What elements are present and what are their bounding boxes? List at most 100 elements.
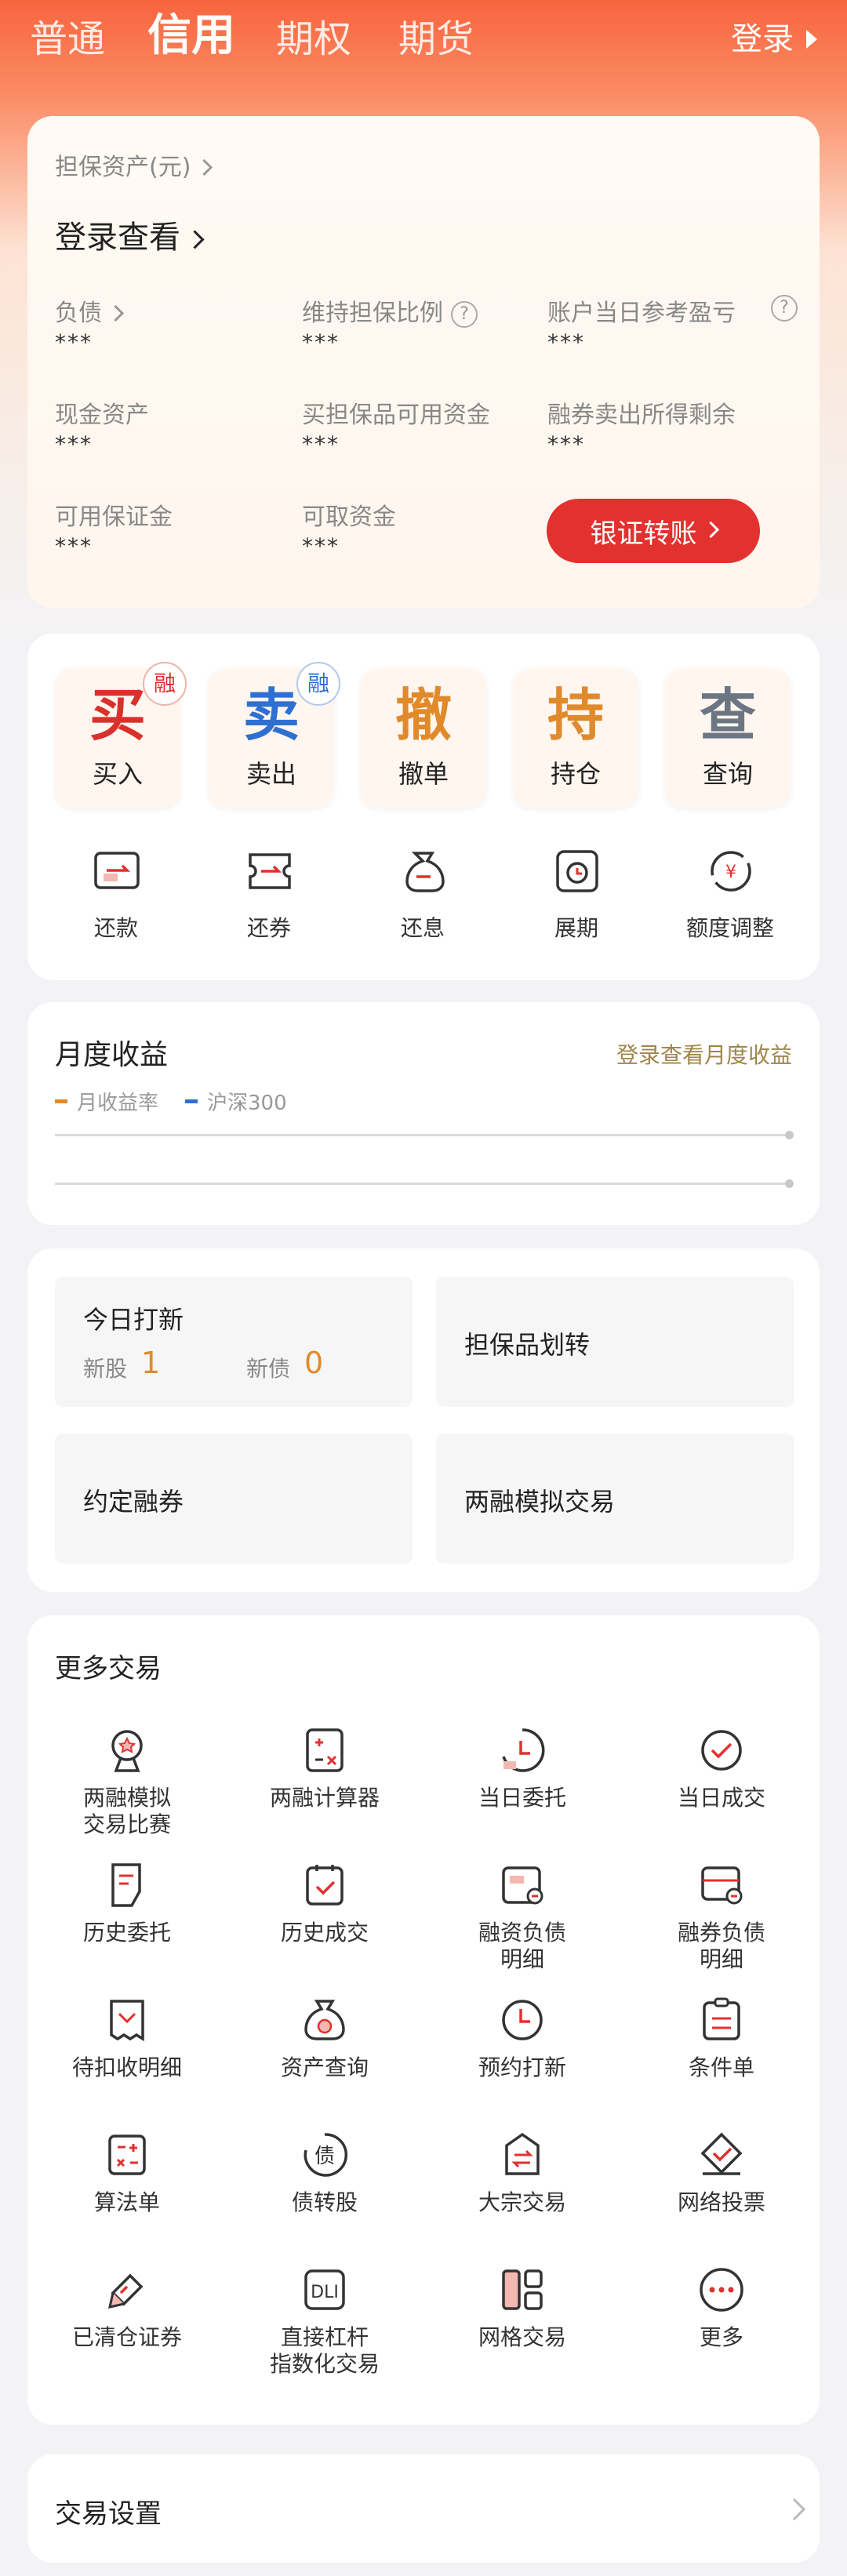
trade-settings-label: 交易设置 [55, 2498, 162, 2530]
repay-label: 还款 [93, 915, 138, 941]
more-trade-item-label: 预约打新 [478, 2055, 566, 2080]
login-label: 登录 [731, 21, 794, 57]
ipo-tile[interactable]: 今日打新 新股 1 新债 0 [55, 1277, 413, 1407]
help-icon[interactable]: ? [771, 295, 798, 322]
more-trade-item-label: 大宗交易 [478, 2189, 566, 2215]
agreed-lending-label: 约定融券 [83, 1487, 184, 1517]
login-view-link[interactable]: 登录查看 [55, 212, 205, 257]
more-trade-item-label: 已清仓证券 [71, 2324, 182, 2350]
cancel-char: 撤 [394, 682, 452, 748]
history-order-icon [111, 1863, 141, 1907]
collateral-buy-funds-label: 买担保品可用资金 [302, 401, 490, 429]
tab-futures[interactable]: 期货 [398, 11, 474, 67]
chevron-right-icon [196, 158, 213, 176]
calculator-icon [306, 1728, 344, 1772]
cancel-label: 撤单 [398, 759, 449, 789]
positions-button[interactable]: 持 持仓 [513, 668, 638, 808]
agreed-lending-tile[interactable]: 约定融券 [55, 1433, 413, 1564]
tab-credit[interactable]: 信用 [147, 8, 235, 64]
chart-dot [785, 1131, 794, 1139]
asset-query-icon [304, 2000, 345, 2040]
more-trade-item-label: 历史委托 [82, 1920, 171, 1946]
legend: 月收益率 沪深300 [55, 1087, 287, 1116]
withdrawable-funds-label: 可取资金 [302, 503, 396, 531]
legend-hs300-label: 沪深300 [207, 1092, 287, 1115]
svg-text:¥: ¥ [725, 863, 736, 882]
svg-text:债: 债 [314, 2145, 335, 2168]
more-trade-item-label: 网络投票 [677, 2189, 765, 2215]
bank-transfer-button[interactable]: 银证转账 [547, 499, 760, 563]
monthly-income-card: 月度收益 登录查看月度收益 月收益率 沪深300 [27, 1002, 820, 1225]
chevron-right-icon [185, 230, 205, 249]
chart-line-bottom [55, 1183, 789, 1185]
sell-button[interactable]: 卖 卖出 融 [209, 662, 340, 808]
lending-debt-icon [701, 1866, 743, 1905]
chevron-right-icon [783, 2498, 806, 2521]
repay-icon [94, 852, 140, 889]
bank-transfer-label: 银证转账 [590, 518, 697, 550]
withdrawable-funds-value: *** [302, 533, 340, 559]
trade-settings-row[interactable]: 交易设置 [27, 2454, 820, 2563]
online-vote-icon [700, 2132, 743, 2175]
ipo-stock-label: 新股 [83, 1356, 128, 1382]
ipo-bond-label: 新债 [246, 1356, 291, 1382]
ipo-bond-count: 0 [304, 1346, 324, 1380]
monthly-title: 月度收益 [55, 1039, 169, 1071]
daily-pnl-label: 账户当日参考盈亏 [547, 300, 736, 327]
tab-normal[interactable]: 普通 [30, 11, 105, 67]
daily-pnl-value: *** [547, 329, 585, 355]
block-trade-icon [505, 2132, 540, 2175]
collateral-transfer-tile[interactable]: 担保品划转 [436, 1277, 794, 1407]
query-char: 查 [699, 682, 756, 748]
today-deal-icon [701, 1730, 742, 1771]
pending-deduct-icon [110, 2000, 144, 2042]
return-stock-label: 还券 [246, 915, 291, 941]
maintenance-ratio-label: 维持担保比例 [302, 300, 443, 327]
asset-title-link[interactable]: 担保资产(元) [55, 147, 213, 182]
more-trade-item-label: 更多 [699, 2324, 743, 2350]
positions-char: 持 [547, 682, 604, 748]
collateral-buy-funds-value: *** [302, 431, 340, 457]
extend-clock-icon [556, 850, 598, 892]
debt-label: 负债 [55, 300, 102, 327]
condition-order-icon [703, 1997, 740, 2040]
more-trade-item-label: 融资负债 明细 [478, 1920, 566, 1972]
more-trade-item-label: 待扣收明细 [71, 2055, 182, 2080]
available-margin-label: 可用保证金 [55, 503, 173, 531]
play-arrow-icon [806, 30, 817, 49]
query-button[interactable]: 查 查询 [665, 668, 791, 808]
more-trade-item-label: 条件单 [688, 2055, 754, 2080]
legend-swatch-hs300 [185, 1099, 198, 1103]
more-trade-item-label: 两融计算器 [269, 1785, 380, 1811]
positions-label: 持仓 [550, 759, 601, 789]
extend-label: 展期 [554, 915, 598, 941]
buy-button[interactable]: 买 买入 融 [55, 662, 187, 808]
tab-options[interactable]: 期权 [276, 11, 351, 67]
legend-swatch-monthly [55, 1099, 67, 1103]
ipo-stock-count: 1 [141, 1346, 161, 1380]
help-icon[interactable]: ? [451, 300, 478, 328]
interest-bag-icon [405, 852, 445, 892]
quota-adjust-label: 额度调整 [685, 915, 774, 941]
short-sale-remaining-value: *** [547, 431, 585, 457]
simulation-tile[interactable]: 两融模拟交易 [436, 1433, 794, 1564]
debt-value: *** [55, 329, 93, 355]
login-view-label: 登录查看 [55, 220, 180, 256]
today-order-icon [502, 1728, 545, 1772]
simulation-label: 两融模拟交易 [464, 1487, 616, 1517]
collateral-transfer-label: 担保品划转 [464, 1330, 591, 1360]
interest-label: 还息 [400, 915, 445, 941]
query-label: 查询 [702, 759, 753, 789]
monthly-login-link[interactable]: 登录查看月度收益 [616, 1038, 792, 1070]
asset-card: 担保资产(元) 登录查看 负债 *** 维持担保比例? *** 账户当日参考盈亏… [27, 116, 820, 609]
more-icon [700, 2268, 743, 2312]
return-stock-icon [249, 853, 291, 889]
bond-convert-icon: 债 [304, 2133, 348, 2177]
legend-monthly-label: 月收益率 [77, 1092, 159, 1115]
cancel-order-button[interactable]: 撤 撤单 [361, 668, 486, 808]
login-button[interactable]: 登录 [731, 16, 817, 63]
asset-title: 担保资产(元) [55, 154, 191, 181]
ipo-title: 今日打新 [83, 1305, 184, 1335]
history-deal-icon [306, 1865, 344, 1906]
debt-label-link[interactable]: 负债 [55, 293, 125, 328]
